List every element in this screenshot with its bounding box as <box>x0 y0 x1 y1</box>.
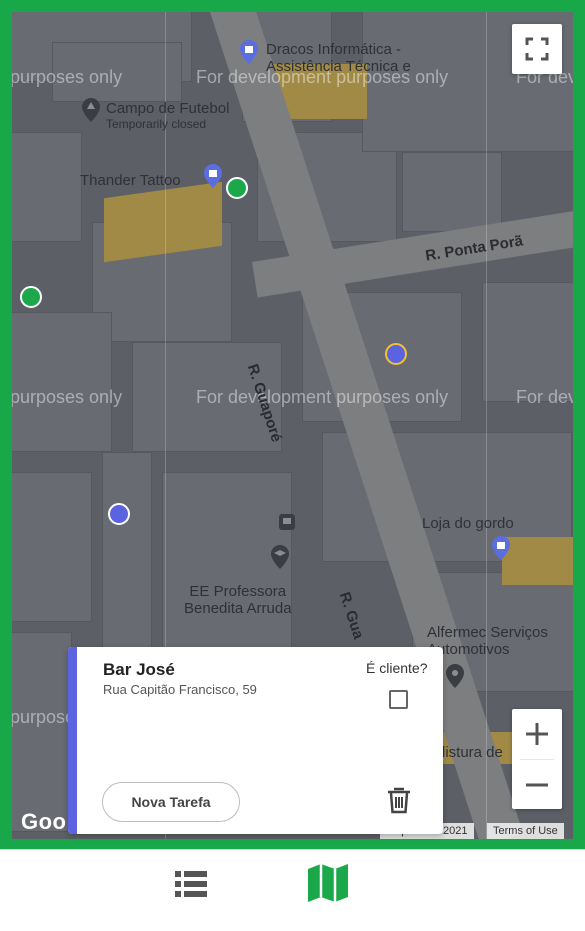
poi-partial-label: listura de <box>442 744 503 761</box>
map-block <box>12 632 72 832</box>
is-client-label: É cliente? <box>366 660 428 676</box>
bottom-navigation <box>0 849 585 931</box>
terms-of-use-link[interactable]: Terms of Use <box>487 823 564 839</box>
prospect-marker[interactable] <box>108 503 130 525</box>
new-task-button[interactable]: Nova Tarefa <box>102 782 240 822</box>
map-block <box>12 132 82 242</box>
map-icon[interactable] <box>308 864 348 902</box>
map-block <box>12 472 92 622</box>
shopping-pin-icon[interactable] <box>492 536 510 560</box>
shopping-pin-icon[interactable] <box>204 164 222 188</box>
zoom-out-button[interactable] <box>512 760 562 810</box>
shopping-pin-icon[interactable] <box>240 40 258 64</box>
place-pin-icon[interactable] <box>446 664 464 688</box>
bus-stop-icon <box>279 514 295 530</box>
school-pin-icon[interactable] <box>271 545 289 569</box>
dev-watermark: t purposes only <box>12 387 123 407</box>
poi-dracos-label: Dracos Informática - Assistência Técnica … <box>266 41 411 75</box>
client-marker[interactable] <box>226 177 248 199</box>
client-marker[interactable] <box>20 286 42 308</box>
zoom-control <box>512 709 562 809</box>
minus-icon <box>526 783 548 787</box>
fullscreen-icon <box>525 37 549 61</box>
dev-watermark: t purposes only <box>12 67 123 87</box>
highlighted-building <box>502 537 573 585</box>
dev-watermark: For development purposes only <box>196 387 449 407</box>
dev-watermark: For dev <box>516 387 573 407</box>
prospect-marker-selected[interactable] <box>385 343 407 365</box>
poi-campo-label: Campo de Futebol Temporarily closed <box>106 100 230 131</box>
tile-gridline <box>486 12 487 839</box>
list-icon[interactable] <box>175 869 207 899</box>
park-pin-icon[interactable] <box>82 98 100 122</box>
poi-school-label: EE Professora Benedita Arruda <box>184 583 292 617</box>
poi-alfermec-label: Alfermec Serviços Automotivos <box>427 624 548 658</box>
location-title: Bar José <box>103 660 175 679</box>
poi-loja-label: Loja do gordo <box>422 515 514 532</box>
zoom-in-button[interactable] <box>512 709 562 759</box>
map-block <box>102 452 152 652</box>
is-client-checkbox[interactable] <box>389 690 408 709</box>
location-address: Rua Capitão Francisco, 59 <box>103 682 257 697</box>
trash-icon[interactable] <box>386 786 412 814</box>
street-guapore-label: R. Gua <box>335 590 367 642</box>
plus-icon <box>526 723 548 745</box>
card-accent-bar <box>68 647 77 834</box>
google-logo: Goo <box>21 809 67 834</box>
poi-thander-label: Thander Tattoo <box>80 172 181 189</box>
location-info-card: Bar José Rua Capitão Francisco, 59 É cli… <box>68 647 443 834</box>
map-block <box>12 312 112 452</box>
map-block <box>402 152 502 232</box>
fullscreen-button[interactable] <box>512 24 562 74</box>
map-block <box>482 282 573 402</box>
